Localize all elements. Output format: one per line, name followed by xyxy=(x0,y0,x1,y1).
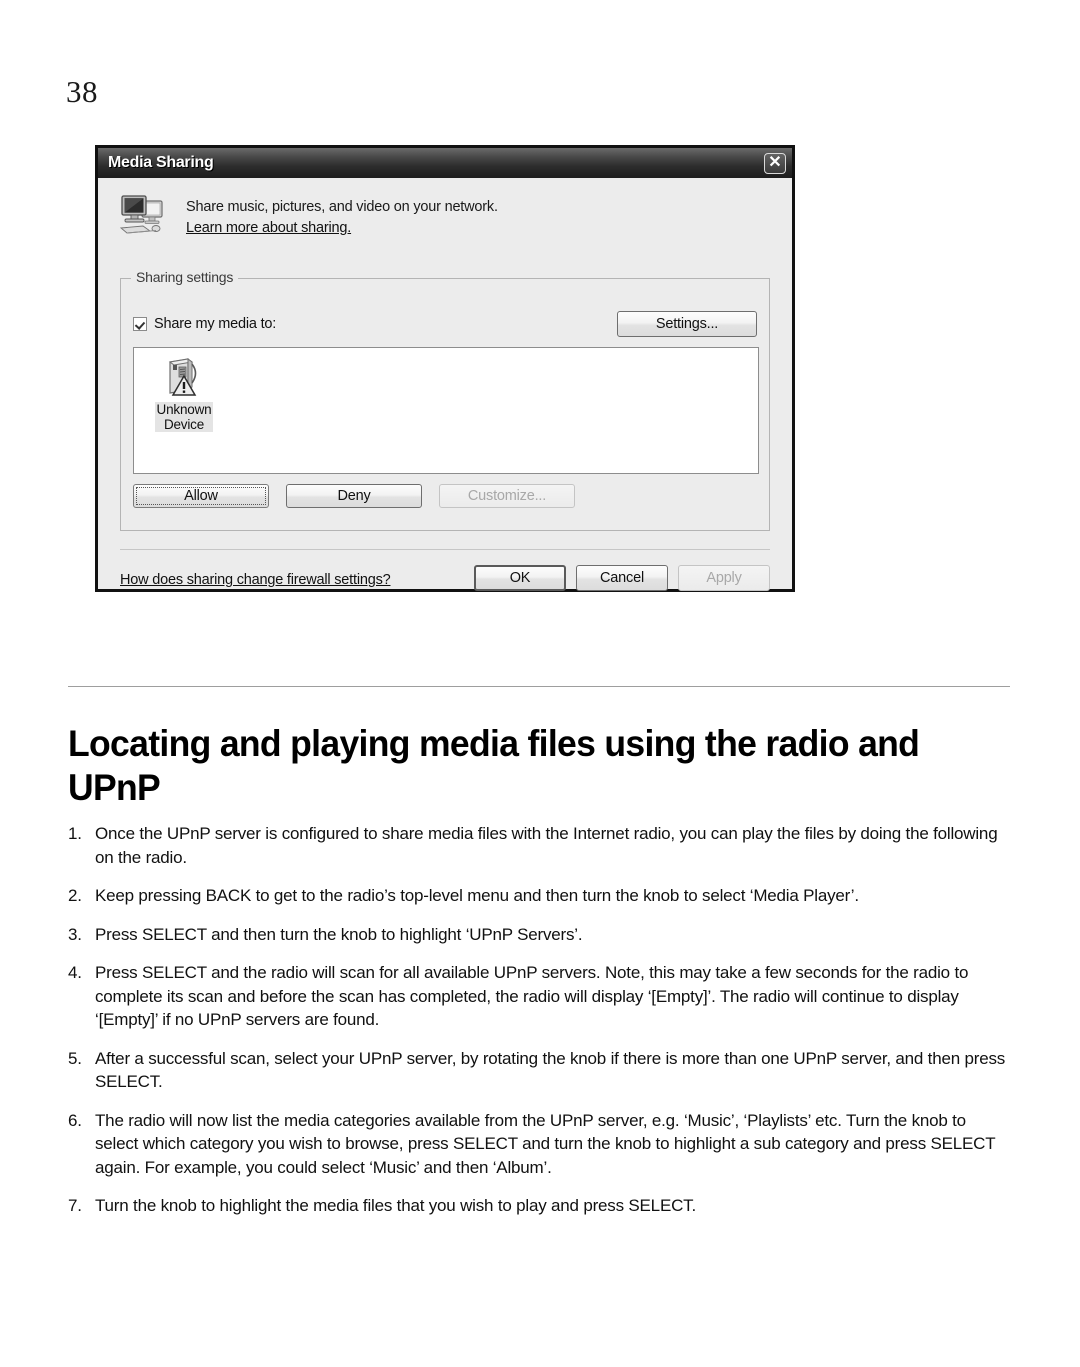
list-item-text: Press SELECT and the radio will scan for… xyxy=(95,963,969,1029)
share-my-media-label: Share my media to: xyxy=(154,316,277,332)
dialog-intro: Share music, pictures, and video on your… xyxy=(98,178,792,239)
instruction-steps: 1. Once the UPnP server is configured to… xyxy=(68,822,1013,1233)
page-title: Locating and playing media files using t… xyxy=(68,722,920,808)
device-list[interactable]: Unknown Device xyxy=(133,347,759,474)
share-my-media-checkbox-wrap[interactable]: Share my media to: xyxy=(133,316,276,332)
list-item-text: Once the UPnP server is configured to sh… xyxy=(95,824,998,867)
firewall-help-link[interactable]: How does sharing change firewall setting… xyxy=(120,572,391,588)
close-icon[interactable]: ✕ xyxy=(764,152,786,174)
settings-button[interactable]: Settings... xyxy=(617,311,757,337)
networked-computers-icon xyxy=(116,192,172,238)
permission-button-row: Allow Deny Customize... xyxy=(133,484,575,508)
dialog-titlebar: Media Sharing ✕ xyxy=(98,148,792,178)
list-item-number: 3. xyxy=(68,924,82,944)
list-item-text: Keep pressing BACK to get to the radio’s… xyxy=(95,886,859,905)
device-item-label-line1: Unknown xyxy=(156,402,212,417)
list-item-number: 2. xyxy=(68,886,82,905)
allow-button[interactable]: Allow xyxy=(133,484,269,508)
list-item: 3. Press SELECT and then turn the knob t… xyxy=(68,923,1013,947)
dialog-divider xyxy=(120,549,770,550)
cancel-button[interactable]: Cancel xyxy=(576,565,668,591)
list-item-number: 6. xyxy=(68,1110,82,1130)
list-item-text: Turn the knob to highlight the media fil… xyxy=(95,1196,696,1215)
list-item-text: The radio will now list the media catego… xyxy=(95,1110,996,1177)
deny-button[interactable]: Deny xyxy=(286,484,422,508)
dialog-title: Media Sharing xyxy=(108,154,214,171)
list-item: 6. The radio will now list the media cat… xyxy=(68,1109,1013,1180)
list-item: 5. After a successful scan, select your … xyxy=(68,1047,1013,1094)
sharing-settings-group: Sharing settings Share my media to: Sett… xyxy=(120,269,770,531)
dialog-intro-line: Share music, pictures, and video on your… xyxy=(186,199,498,215)
device-item-label: Unknown Device xyxy=(154,402,214,432)
media-sharing-dialog: Media Sharing ✕ Share music, pictures, a… xyxy=(95,145,795,592)
unknown-device-warning-icon xyxy=(162,356,206,400)
list-item-number: 4. xyxy=(68,963,82,982)
apply-button[interactable]: Apply xyxy=(678,565,770,591)
list-item: 7. Turn the knob to highlight the media … xyxy=(68,1194,1013,1218)
checkbox-checked-icon[interactable] xyxy=(133,317,147,331)
list-item-number: 1. xyxy=(68,824,82,843)
dialog-body: Share music, pictures, and video on your… xyxy=(98,178,792,591)
device-list-item-unknown-device[interactable]: Unknown Device xyxy=(148,356,220,434)
section-divider xyxy=(68,686,1010,687)
list-item-number: 7. xyxy=(68,1196,82,1215)
dialog-action-row: OK Cancel Apply xyxy=(474,565,770,591)
learn-more-link[interactable]: Learn more about sharing. xyxy=(186,217,351,239)
list-item-text: After a successful scan, select your UPn… xyxy=(95,1048,1006,1092)
list-item: 1. Once the UPnP server is configured to… xyxy=(68,822,1013,869)
ok-button[interactable]: OK xyxy=(474,565,566,591)
list-item-number: 5. xyxy=(68,1048,82,1068)
page-number: 38 xyxy=(66,74,98,109)
list-item-text: Press SELECT and then turn the knob to h… xyxy=(95,924,583,944)
list-item: 2. Keep pressing BACK to get to the radi… xyxy=(68,884,1013,908)
list-item: 4. Press SELECT and the radio will scan … xyxy=(68,961,1013,1032)
share-media-row: Share my media to: Settings... xyxy=(133,311,757,337)
sharing-settings-legend: Sharing settings xyxy=(131,269,239,285)
device-item-label-line2: Device xyxy=(163,417,205,432)
customize-button[interactable]: Customize... xyxy=(439,484,575,508)
dialog-intro-text: Share music, pictures, and video on your… xyxy=(186,192,498,239)
